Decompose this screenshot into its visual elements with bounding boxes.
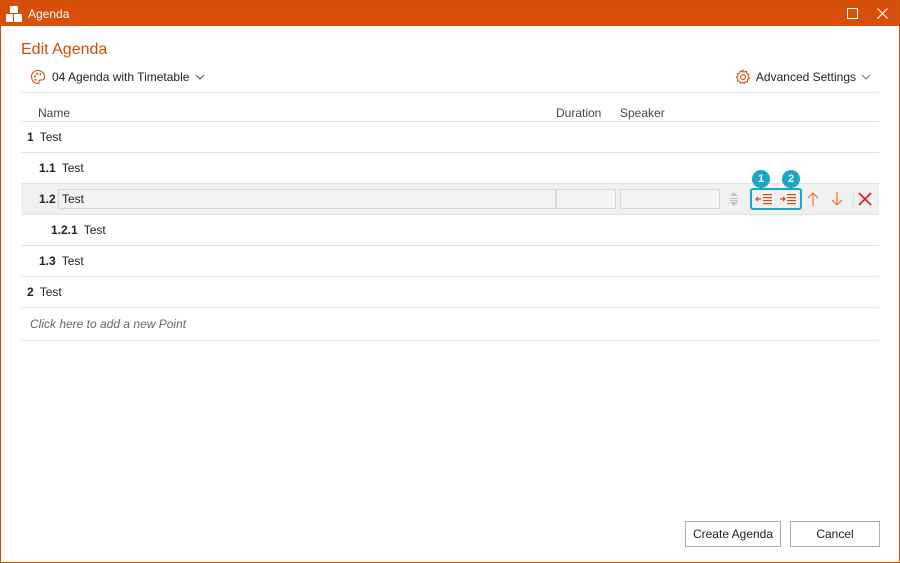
speaker-input[interactable] — [620, 189, 720, 209]
point-number: 1 — [27, 130, 34, 144]
indent-button[interactable] — [778, 190, 798, 208]
indent-icon — [780, 194, 796, 205]
column-headers: Name Duration Speaker — [21, 106, 879, 122]
point-name: Test — [61, 254, 84, 268]
move-down-button[interactable] — [827, 190, 847, 208]
column-header-duration: Duration — [556, 106, 602, 120]
point-number: 2 — [27, 285, 34, 299]
add-point-row[interactable]: Click here to add a new Point — [21, 307, 879, 341]
page-title: Edit Agenda — [21, 41, 108, 58]
arrow-down-icon — [831, 192, 843, 206]
agenda-row[interactable]: 1.2.1 Test — [21, 214, 879, 245]
maximize-icon — [846, 8, 858, 19]
agenda-window: Agenda Edit Agenda 04 Agenda with Timeta… — [0, 0, 900, 563]
close-button[interactable] — [867, 1, 897, 26]
agenda-row[interactable]: 1.3 Test — [21, 245, 879, 276]
column-header-name: Name — [38, 106, 71, 120]
maximize-button[interactable] — [837, 1, 867, 26]
window-title: Agenda — [28, 6, 70, 21]
annotation-badge-2: 2 — [782, 170, 800, 188]
divider — [21, 92, 879, 93]
chevron-down-icon — [861, 74, 871, 80]
template-dropdown-value: 04 Agenda with Timetable — [52, 70, 190, 84]
point-number: 1.2 — [39, 192, 56, 206]
point-name-value: Test — [62, 192, 85, 206]
app-logo-icon — [6, 5, 22, 22]
agenda-row[interactable]: 1 Test — [21, 121, 879, 152]
advanced-settings-dropdown[interactable]: Advanced Settings — [735, 69, 871, 85]
point-number: 1.1 — [39, 161, 56, 175]
delete-button[interactable] — [855, 190, 875, 208]
annotation-badge-1: 1 — [752, 170, 770, 188]
advanced-settings-label: Advanced Settings — [755, 70, 856, 84]
delete-x-icon — [858, 192, 872, 206]
gear-icon — [735, 69, 751, 85]
point-number: 1.2.1 — [51, 223, 78, 237]
point-name: Test — [39, 285, 62, 299]
column-header-speaker: Speaker — [620, 106, 665, 120]
point-name: Test — [61, 161, 84, 175]
point-name: Test — [83, 223, 106, 237]
template-dropdown[interactable]: 04 Agenda with Timetable — [30, 69, 205, 85]
move-up-button[interactable] — [803, 190, 823, 208]
chevron-down-icon — [196, 74, 205, 80]
title-bar: Agenda — [1, 1, 899, 26]
agenda-row-selected[interactable]: 1.2 Test 1 2 — [21, 170, 879, 214]
outdent-icon — [755, 194, 772, 205]
point-name: Test — [39, 130, 62, 144]
create-agenda-button[interactable]: Create Agenda — [685, 521, 781, 547]
cancel-button[interactable]: Cancel — [790, 521, 880, 547]
agenda-list: 1 Test 1.1 Test 1.2 Test 1 2 1.2.1 Test … — [21, 121, 879, 341]
close-icon — [876, 8, 888, 19]
point-name-input[interactable]: Test — [58, 189, 556, 209]
point-number: 1.3 — [39, 254, 56, 268]
duration-input[interactable] — [556, 189, 616, 209]
agenda-row[interactable]: 1.1 Test — [21, 152, 879, 183]
drag-handle-icon[interactable] — [727, 191, 741, 207]
outdent-button[interactable] — [754, 190, 774, 208]
agenda-row[interactable]: 2 Test — [21, 276, 879, 307]
action-separator — [853, 192, 854, 206]
arrow-up-icon — [807, 192, 819, 206]
palette-icon — [30, 69, 46, 85]
